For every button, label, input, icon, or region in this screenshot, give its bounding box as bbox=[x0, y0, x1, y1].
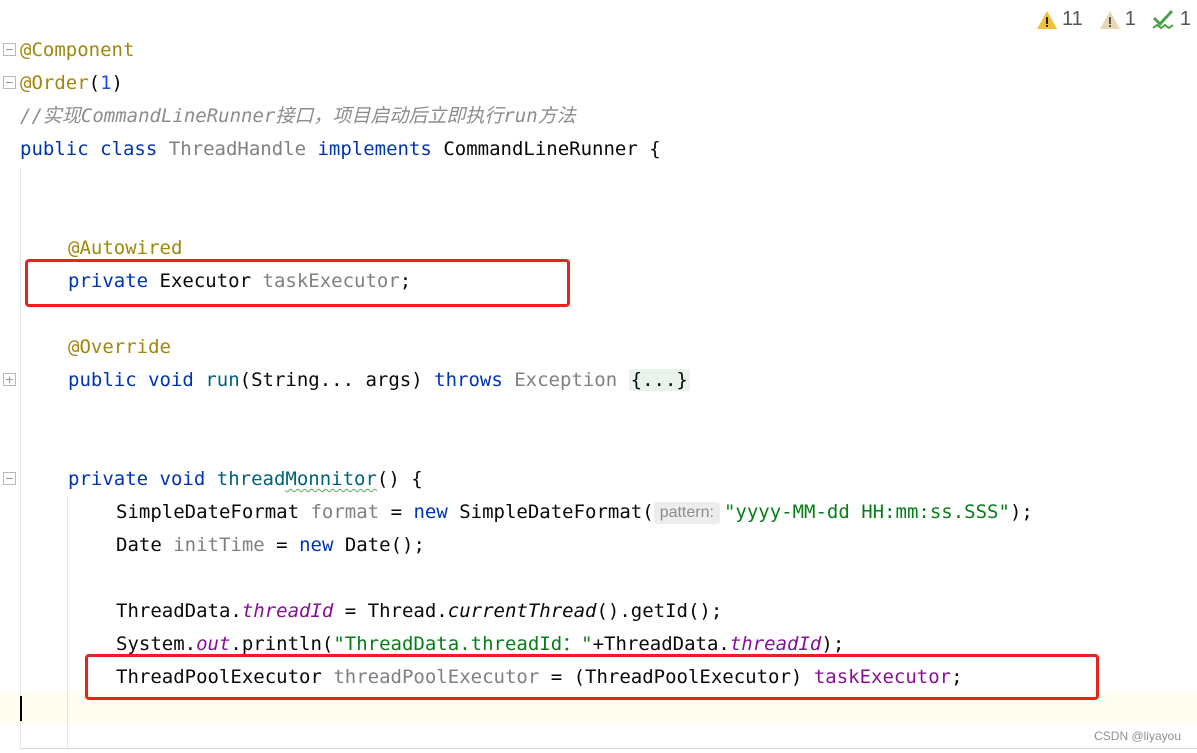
string-literal: "yyyy-MM-dd HH:mm:ss.SSS" bbox=[723, 501, 1010, 523]
weak-warning-icon bbox=[1099, 10, 1120, 29]
method-signature-end: () { bbox=[376, 468, 423, 490]
parameters: (String... args) bbox=[239, 369, 423, 391]
watermark: CSDN @liyayou bbox=[1094, 729, 1181, 743]
typo-check-icon bbox=[1152, 9, 1174, 29]
fold-collapse-icon[interactable]: − bbox=[3, 76, 16, 89]
assign-expr: = Thread. bbox=[333, 600, 448, 622]
annotation: @Component bbox=[20, 39, 135, 61]
variable-name: initTime bbox=[173, 534, 265, 556]
keyword: public bbox=[20, 138, 89, 160]
keyword: implements bbox=[317, 138, 432, 160]
class-ref: System. bbox=[116, 633, 197, 655]
brace: { bbox=[649, 138, 661, 160]
weak-warnings-indicator[interactable]: 1 bbox=[1099, 8, 1136, 31]
statement-end: ); bbox=[1009, 501, 1033, 523]
highlight-box-field bbox=[25, 259, 570, 307]
variable-name: format bbox=[310, 501, 380, 523]
paren: ) bbox=[111, 72, 123, 94]
divider bbox=[20, 748, 1197, 749]
indent-guide-class bbox=[20, 168, 21, 748]
static-field: threadId bbox=[241, 600, 334, 622]
annotation: @Override bbox=[68, 336, 171, 358]
fold-collapse-icon[interactable]: − bbox=[3, 43, 16, 56]
code-line-comment[interactable]: //实现CommandLineRunner接口，项目启动后立即执行run方法 bbox=[20, 100, 576, 133]
static-method-call: currentThread bbox=[447, 600, 597, 622]
assign: = bbox=[264, 534, 300, 556]
keyword: public bbox=[68, 369, 137, 391]
text-caret bbox=[20, 696, 22, 721]
type-name: SimpleDateFormat bbox=[116, 501, 300, 523]
indent-guide-method bbox=[67, 497, 68, 748]
keyword: private bbox=[68, 468, 149, 490]
fold-expand-icon[interactable]: + bbox=[3, 373, 16, 386]
annotation: @Order bbox=[20, 72, 89, 94]
keyword: void bbox=[159, 468, 206, 490]
constructor-call: SimpleDateFormat( bbox=[447, 501, 654, 523]
code-line-monitor-method[interactable]: private void threadMonnitor() { bbox=[68, 463, 423, 496]
exception-name: Exception bbox=[514, 369, 618, 391]
warnings-indicator[interactable]: 11 bbox=[1036, 8, 1083, 31]
concat-expr: +ThreadData. bbox=[592, 633, 730, 655]
code-line-order[interactable]: @Order(1) bbox=[20, 67, 123, 100]
code-line-date-format[interactable]: SimpleDateFormat format = new SimpleDate… bbox=[116, 496, 1033, 529]
code-line-class-decl[interactable]: public class ThreadHandle implements Com… bbox=[20, 133, 661, 166]
static-field: out bbox=[196, 633, 231, 655]
call-chain: ().getId(); bbox=[596, 600, 723, 622]
static-field: threadId bbox=[729, 633, 822, 655]
method-name-typo: Monnitor bbox=[285, 468, 377, 490]
inspection-widget[interactable]: 11 1 1 bbox=[1036, 8, 1191, 31]
constructor-call: Date(); bbox=[333, 534, 425, 556]
keyword: throws bbox=[434, 369, 503, 391]
weak-warnings-count: 1 bbox=[1124, 8, 1136, 30]
class-name: ThreadHandle bbox=[168, 138, 307, 160]
statement-end: ); bbox=[821, 633, 845, 655]
keyword: class bbox=[100, 138, 158, 160]
parameter-hint: pattern: bbox=[653, 501, 720, 524]
keyword: new bbox=[413, 501, 448, 523]
typos-count: 1 bbox=[1179, 8, 1191, 30]
assign: = bbox=[379, 501, 414, 523]
string-literal: "ThreadData.threadId：" bbox=[333, 633, 593, 655]
fold-collapse-icon[interactable]: − bbox=[3, 472, 16, 485]
code-line-component[interactable]: @Component bbox=[20, 34, 134, 67]
comment: //实现CommandLineRunner接口，项目启动后立即执行run方法 bbox=[20, 105, 576, 127]
typos-indicator[interactable]: 1 bbox=[1152, 8, 1191, 31]
class-ref: ThreadData. bbox=[116, 600, 242, 622]
code-line-override[interactable]: @Override bbox=[68, 331, 171, 364]
method-name: run bbox=[205, 369, 240, 391]
paren: ( bbox=[88, 72, 101, 94]
number-literal: 1 bbox=[100, 72, 112, 94]
keyword: void bbox=[148, 369, 194, 391]
code-line-run-method[interactable]: public void run(String... args) throws E… bbox=[68, 364, 690, 397]
highlight-box-cast bbox=[85, 654, 1099, 700]
interface-name: CommandLineRunner bbox=[443, 138, 638, 160]
warnings-count: 11 bbox=[1061, 8, 1083, 30]
code-line-date[interactable]: Date initTime = new Date(); bbox=[116, 529, 425, 562]
annotation: @Autowired bbox=[68, 237, 183, 259]
warning-icon bbox=[1036, 10, 1057, 29]
method-name: thread bbox=[216, 468, 286, 490]
method-call: .println( bbox=[230, 633, 334, 655]
code-line-thread-id[interactable]: ThreadData.threadId = Thread.currentThre… bbox=[116, 595, 722, 628]
keyword: new bbox=[299, 534, 334, 556]
folded-region[interactable]: {...} bbox=[628, 369, 690, 391]
type-name: Date bbox=[116, 534, 162, 556]
